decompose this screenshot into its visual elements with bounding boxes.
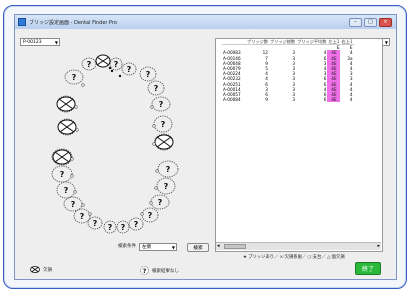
svg-text:?: ? — [72, 73, 77, 82]
result-table[interactable]: ブリッジ数 ブリッジ総数 ブリッジ平均数 左上1 右上1 E E A-00083… — [222, 39, 354, 103]
table-cell: 4 — [349, 97, 353, 103]
scroll-left-icon[interactable]: ◂ — [217, 243, 220, 249]
question-tooth-icon: ? — [140, 266, 149, 275]
svg-text:?: ? — [159, 100, 164, 109]
horizontal-scrollbar[interactable]: ◂ ▸ — [216, 242, 381, 250]
svg-text:?: ? — [143, 268, 147, 275]
chevron-down-icon: ▼ — [54, 40, 58, 45]
svg-text:?: ? — [64, 186, 69, 195]
app-icon — [18, 18, 26, 26]
table-cell: 6 — [323, 97, 327, 103]
table-cell: 4E — [327, 97, 341, 103]
scroll-right-icon[interactable]: ▸ — [377, 243, 380, 249]
svg-text:?: ? — [161, 120, 166, 129]
result-table-panel[interactable]: ブリッジ数 ブリッジ総数 ブリッジ平均数 左上1 右上1 E E A-00083… — [215, 38, 383, 252]
chevron-down-icon: ▼ — [171, 245, 175, 250]
svg-text:?: ? — [148, 211, 153, 220]
scrollbar-thumb[interactable] — [224, 244, 246, 249]
table-cell: A-00084 — [223, 97, 241, 103]
column-header[interactable]: 右上1 — [340, 39, 354, 46]
svg-text:?: ? — [166, 165, 171, 174]
legend-unknown: ? 検索結果なし — [140, 266, 179, 275]
svg-text:?: ? — [60, 170, 65, 179]
svg-text:?: ? — [134, 220, 139, 229]
table-cell: 3 — [292, 97, 296, 103]
patient-select[interactable]: P-00123 ▼ — [20, 38, 60, 46]
window-title: ブリッジ設定画面 - Dental Finder Pro — [29, 19, 117, 26]
legend-note: ★ ブリッジあり／ ×:欠損系歯／ ○:支台／ △:面欠損 — [243, 255, 345, 260]
search-button[interactable]: 検索 — [187, 243, 209, 252]
search-label: 検索条件 — [118, 244, 136, 249]
svg-text:?: ? — [164, 182, 169, 191]
crossed-tooth-icon — [30, 266, 40, 273]
end-button[interactable]: 終了 — [355, 262, 381, 275]
search-select[interactable]: 左側 ▼ — [139, 243, 177, 251]
svg-text:?: ? — [154, 84, 159, 93]
legend-missing: 欠損 — [30, 266, 52, 273]
svg-text:?: ? — [71, 200, 76, 209]
minimize-button[interactable]: – — [349, 17, 362, 27]
svg-text:?: ? — [93, 219, 98, 228]
title-bar: ブリッジ設定画面 - Dental Finder Pro – □ × — [15, 15, 396, 29]
table-cell: 9 — [265, 97, 268, 103]
svg-text:?: ? — [158, 198, 163, 207]
svg-text:?: ? — [121, 223, 126, 232]
maximize-button[interactable]: □ — [364, 17, 377, 27]
svg-text:?: ? — [146, 70, 151, 79]
column-header[interactable]: ブリッジ総数 — [268, 39, 297, 46]
svg-text:?: ? — [87, 60, 92, 69]
table-row[interactable]: A-00084 9 3 6 4E 4 — [222, 97, 354, 103]
svg-text:?: ? — [80, 212, 85, 221]
chevron-down-icon: ▼ — [384, 40, 388, 45]
column-header[interactable]: ブリッジ数 — [246, 39, 269, 46]
close-button[interactable]: × — [379, 17, 392, 27]
svg-text:?: ? — [127, 65, 132, 74]
svg-text:?: ? — [114, 60, 119, 69]
column-header[interactable]: 左上1 — [327, 39, 341, 46]
column-header[interactable]: ブリッジ平均数 — [296, 39, 328, 46]
svg-text:?: ? — [108, 223, 113, 232]
